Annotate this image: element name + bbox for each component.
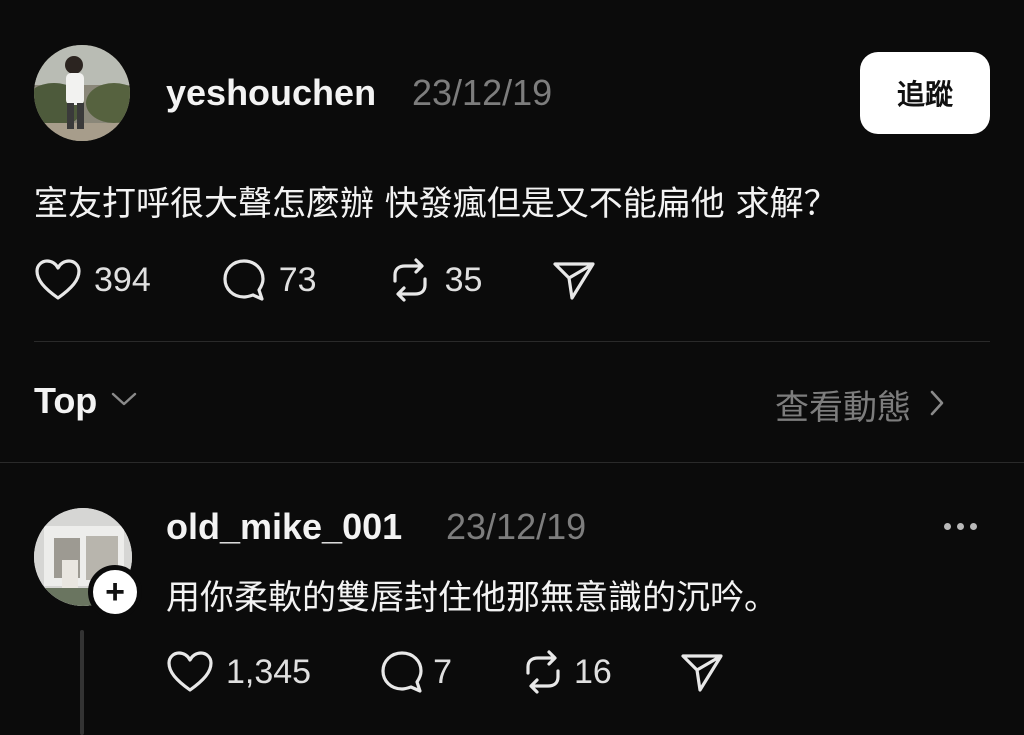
reply-actions: 1,345 7 16: [166, 648, 724, 696]
section-divider: [0, 462, 1024, 463]
follow-plus-button[interactable]: +: [88, 565, 142, 619]
reply-username[interactable]: old_mike_001: [166, 506, 402, 548]
follow-button[interactable]: 追蹤: [860, 52, 990, 134]
send-icon: [552, 258, 596, 302]
comment-button[interactable]: 73: [221, 257, 317, 303]
reply-repost-count: 16: [574, 652, 612, 691]
repost-button[interactable]: 35: [387, 257, 483, 303]
more-horizontal-icon-dot: [970, 523, 977, 530]
reply-comment-count: 7: [433, 652, 453, 691]
more-options-button[interactable]: [944, 523, 977, 530]
like-button[interactable]: 394: [34, 258, 151, 302]
thread-line: [80, 630, 84, 735]
reply-text: 用你柔軟的雙唇封住他那無意識的沉吟。: [166, 578, 778, 618]
chevron-down-icon: [111, 391, 137, 411]
post-text: 室友打呼很大聲怎麼辦 快發瘋但是又不能扁他 求解？: [34, 184, 838, 224]
divider: [34, 341, 990, 342]
reply-share-button[interactable]: [680, 650, 724, 694]
view-activity-link[interactable]: 查看動態: [775, 380, 945, 429]
sort-label: Top: [34, 380, 98, 421]
reply-repost-button[interactable]: 16: [520, 649, 612, 695]
sort-dropdown[interactable]: Top: [34, 380, 137, 422]
author-avatar[interactable]: [34, 45, 130, 141]
heart-icon: [166, 650, 214, 694]
repost-icon: [520, 649, 566, 695]
more-horizontal-icon-dot: [944, 523, 951, 530]
repost-icon: [387, 257, 433, 303]
view-activity-label: 查看動態: [775, 388, 911, 428]
repost-count: 35: [444, 260, 483, 299]
send-icon: [680, 650, 724, 694]
share-button[interactable]: [552, 258, 596, 302]
speech-bubble-icon: [221, 257, 267, 303]
reply-like-count: 1,345: [226, 652, 312, 691]
reply-like-button[interactable]: 1,345: [166, 650, 311, 694]
author-username[interactable]: yeshouchen: [166, 72, 376, 114]
reply-timestamp: 23/12/19: [446, 506, 587, 547]
chevron-right-icon: [929, 389, 945, 421]
like-count: 394: [94, 260, 151, 299]
heart-icon: [34, 258, 82, 302]
speech-bubble-icon: [379, 649, 425, 695]
post-actions: 394 73 35: [34, 256, 596, 304]
plus-icon: +: [105, 573, 125, 611]
comment-count: 73: [278, 260, 317, 299]
more-horizontal-icon-dot: [957, 523, 964, 530]
post-timestamp: 23/12/19: [412, 72, 553, 113]
reply-comment-button[interactable]: 7: [379, 649, 452, 695]
